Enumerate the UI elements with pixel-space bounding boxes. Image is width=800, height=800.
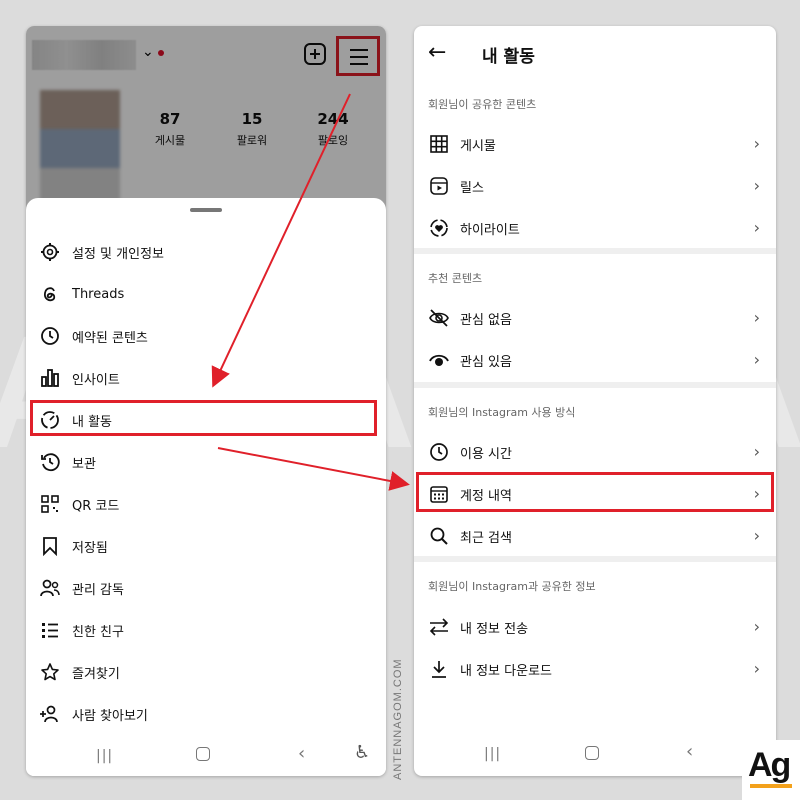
activity-item-label: 게시물 bbox=[460, 138, 496, 154]
highlight-box-account-history bbox=[416, 472, 774, 512]
menu-item-scheduled[interactable]: 예약된 콘텐츠 bbox=[26, 316, 386, 356]
section-title: 회원님의 Instagram 사용 방식 bbox=[428, 406, 576, 419]
menu-item-label: Threads bbox=[72, 286, 125, 302]
add-person-icon bbox=[38, 702, 62, 726]
chevron-right-icon: › bbox=[753, 350, 760, 369]
activity-item-posts[interactable]: 게시물 › bbox=[414, 124, 776, 164]
menu-item-discover-people[interactable]: 사람 찾아보기 bbox=[26, 694, 386, 734]
highlight-icon bbox=[428, 217, 450, 239]
bookmark-icon bbox=[38, 534, 62, 558]
clock-icon bbox=[38, 324, 62, 348]
eye-off-icon bbox=[428, 307, 450, 329]
close-friends-icon bbox=[38, 618, 62, 642]
chevron-right-icon: › bbox=[753, 659, 760, 678]
search-icon bbox=[428, 525, 450, 547]
android-nav-bar: ||| ‹ ♿︎ bbox=[26, 730, 386, 776]
section-divider bbox=[414, 556, 776, 562]
menu-item-label: 친한 친구 bbox=[72, 624, 124, 640]
activity-item-time-spent[interactable]: 이용 시간 › bbox=[414, 432, 776, 472]
activity-item-label: 관심 없음 bbox=[460, 312, 512, 328]
chevron-right-icon: › bbox=[753, 526, 760, 545]
chevron-right-icon: › bbox=[753, 176, 760, 195]
accessibility-icon[interactable]: ♿︎ bbox=[354, 742, 370, 763]
transfer-icon bbox=[428, 616, 450, 638]
page-title: 내 활동 bbox=[482, 47, 535, 67]
menu-item-label: 관리 감독 bbox=[72, 582, 124, 598]
activity-item-highlights[interactable]: 하이라이트 › bbox=[414, 208, 776, 248]
activity-item-transfer-info[interactable]: 내 정보 전송 › bbox=[414, 607, 776, 647]
download-icon bbox=[428, 658, 450, 680]
menu-item-favorites[interactable]: 즐겨찾기 bbox=[26, 652, 386, 692]
menu-item-label: 즐겨찾기 bbox=[72, 666, 120, 682]
menu-item-archive[interactable]: 보관 bbox=[26, 442, 386, 482]
grid-icon bbox=[428, 133, 450, 155]
menu-item-label: 저장됨 bbox=[72, 540, 108, 556]
activity-item-label: 하이라이트 bbox=[460, 222, 520, 238]
back-arrow-icon[interactable]: ← bbox=[428, 40, 446, 65]
page-header: ← 내 활동 bbox=[414, 26, 776, 84]
back-button[interactable]: ‹ bbox=[686, 741, 693, 762]
bottom-sheet-menu: 설정 및 개인정보 Threads 예약된 콘텐츠 인사이트 내 활동 보관 Q… bbox=[26, 198, 386, 776]
highlight-box-my-activity bbox=[30, 400, 377, 436]
activity-item-download-info[interactable]: 내 정보 다운로드 › bbox=[414, 649, 776, 689]
menu-item-label: QR 코드 bbox=[72, 498, 120, 514]
reels-icon bbox=[428, 175, 450, 197]
menu-item-threads[interactable]: Threads bbox=[26, 274, 386, 314]
back-button[interactable]: ‹ bbox=[298, 743, 305, 764]
section-title: 회원님이 공유한 콘텐츠 bbox=[428, 98, 537, 111]
menu-item-qr-code[interactable]: QR 코드 bbox=[26, 484, 386, 524]
chevron-right-icon: › bbox=[753, 617, 760, 636]
activity-item-not-interested[interactable]: 관심 없음 › bbox=[414, 298, 776, 338]
menu-item-label: 설정 및 개인정보 bbox=[72, 246, 164, 262]
section-divider bbox=[414, 248, 776, 254]
activity-item-reels[interactable]: 릴스 › bbox=[414, 166, 776, 206]
recents-button[interactable]: ||| bbox=[96, 748, 113, 764]
section-title: 추천 콘텐츠 bbox=[428, 272, 483, 285]
activity-item-label: 릴스 bbox=[460, 180, 484, 196]
menu-item-insights[interactable]: 인사이트 bbox=[26, 358, 386, 398]
section-title: 회원님이 Instagram과 공유한 정보 bbox=[428, 580, 596, 593]
settings-icon bbox=[38, 240, 62, 264]
menu-item-close-friends[interactable]: 친한 친구 bbox=[26, 610, 386, 650]
activity-item-label: 이용 시간 bbox=[460, 446, 512, 462]
recents-button[interactable]: ||| bbox=[484, 746, 501, 762]
drag-handle[interactable] bbox=[190, 208, 222, 212]
chevron-right-icon: › bbox=[753, 308, 760, 327]
activity-item-label: 관심 있음 bbox=[460, 354, 512, 370]
chevron-right-icon: › bbox=[753, 218, 760, 237]
chevron-right-icon: › bbox=[753, 134, 760, 153]
site-logo: Ag bbox=[742, 740, 800, 800]
activity-item-label: 최근 검색 bbox=[460, 530, 512, 546]
menu-item-supervision[interactable]: 관리 감독 bbox=[26, 568, 386, 608]
home-button[interactable] bbox=[196, 747, 210, 761]
logo-text: Ag bbox=[748, 746, 791, 784]
clock-icon bbox=[428, 441, 450, 463]
right-phone-screen: ← 내 활동 회원님이 공유한 콘텐츠 게시물 › 릴스 › 하이라이트 › 추… bbox=[414, 26, 776, 776]
star-icon bbox=[38, 660, 62, 684]
home-button[interactable] bbox=[585, 746, 599, 760]
menu-item-label: 예약된 콘텐츠 bbox=[72, 330, 148, 346]
qr-code-icon bbox=[38, 492, 62, 516]
menu-item-label: 사람 찾아보기 bbox=[72, 708, 148, 724]
supervision-icon bbox=[38, 576, 62, 600]
menu-item-label: 보관 bbox=[72, 456, 96, 472]
activity-item-label: 내 정보 다운로드 bbox=[460, 663, 552, 679]
site-watermark-text: ANTENNAGOM.COM bbox=[392, 658, 404, 780]
eye-icon bbox=[428, 349, 450, 371]
section-divider bbox=[414, 382, 776, 388]
menu-item-settings[interactable]: 설정 및 개인정보 bbox=[26, 232, 386, 272]
chevron-right-icon: › bbox=[753, 442, 760, 461]
menu-item-saved[interactable]: 저장됨 bbox=[26, 526, 386, 566]
bar-chart-icon bbox=[38, 366, 62, 390]
activity-item-label: 내 정보 전송 bbox=[460, 621, 529, 637]
activity-item-recent-searches[interactable]: 최근 검색 › bbox=[414, 516, 776, 556]
logo-accent-bar bbox=[750, 784, 792, 788]
menu-item-label: 인사이트 bbox=[72, 372, 120, 388]
activity-item-interested[interactable]: 관심 있음 › bbox=[414, 340, 776, 380]
left-phone-screen: ⌄ 87 게시물 15 팔로워 244 팔로잉 설정 및 개인정보 Thread… bbox=[26, 26, 386, 776]
archive-icon bbox=[38, 450, 62, 474]
threads-icon bbox=[38, 282, 62, 306]
